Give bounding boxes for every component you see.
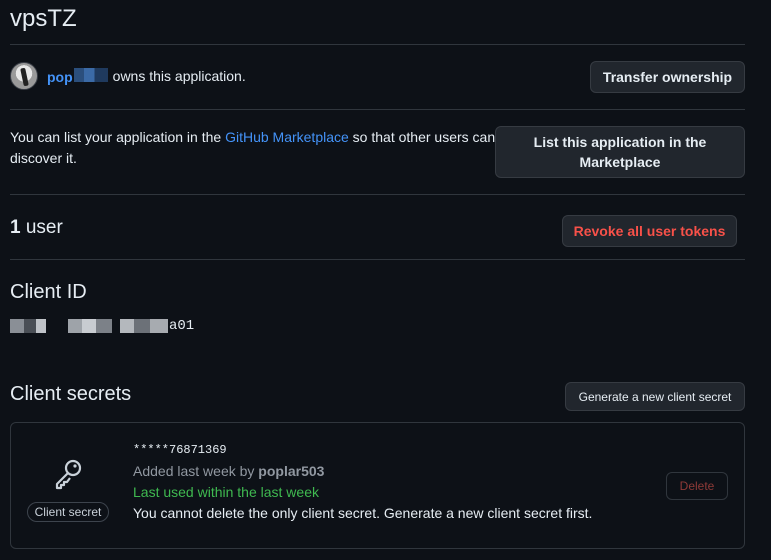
added-by-user: poplar503 [258,463,325,479]
divider [10,109,745,110]
client-secret-badge: Client secret [26,502,110,522]
github-marketplace-link[interactable]: GitHub Marketplace [225,129,349,145]
generate-client-secret-button[interactable]: Generate a new client secret [565,382,745,411]
client-secret-card [10,422,745,549]
owner-row: pop owns this application. [10,61,246,91]
key-icon [51,457,85,496]
redacted-blur [10,319,24,333]
secret-delete-note: You cannot delete the only client secret… [133,505,593,521]
app-title: vpsTZ [10,5,77,32]
list-in-marketplace-button[interactable]: List this application in the Marketplace [495,126,745,178]
owner-avatar[interactable] [10,62,38,90]
divider [10,44,745,45]
delete-secret-button[interactable]: Delete [666,472,728,500]
transfer-ownership-button[interactable]: Transfer ownership [590,61,745,93]
divider [10,194,745,195]
redacted-name-blur [73,67,108,82]
owns-text: owns this application. [112,68,246,84]
client-id-value: a01 [10,317,194,335]
owner-name-link[interactable]: pop [47,67,108,85]
client-id-heading: Client ID [10,281,87,303]
client-id-suffix: a01 [169,318,195,334]
secret-hash: *****76871369 [133,443,227,457]
client-secrets-heading: Client secrets [10,383,132,405]
revoke-all-user-tokens-button[interactable]: Revoke all user tokens [562,215,737,247]
users-count: 1 user [10,217,63,238]
divider [10,259,745,260]
secret-last-used: Last used within the last week [133,484,319,500]
secret-added-by: Added last week by poplar503 [133,463,325,479]
secret-key-group: Client secret [26,457,110,522]
marketplace-description: You can list your application in the Git… [10,129,496,166]
